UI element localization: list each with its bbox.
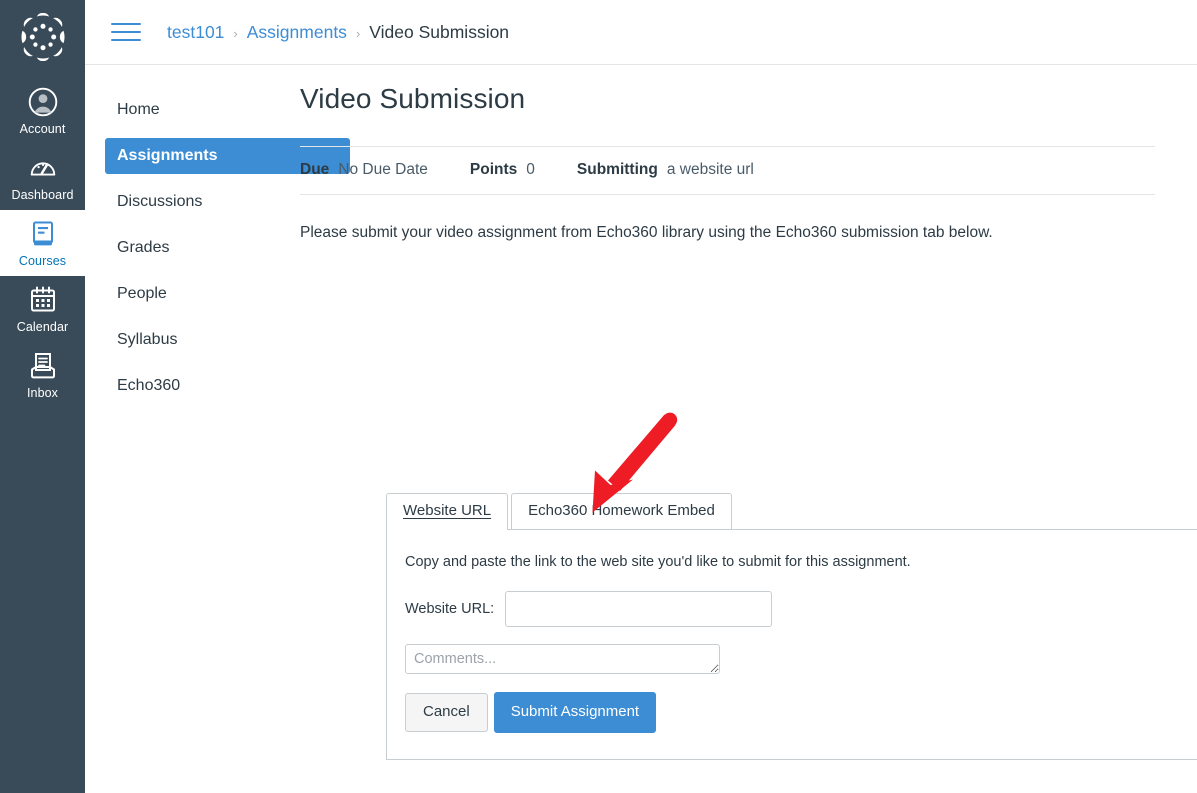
- comments-textarea[interactable]: [405, 644, 720, 674]
- meta-points: Points 0: [470, 161, 535, 179]
- website-url-label: Website URL:: [405, 601, 495, 617]
- submit-assignment-button[interactable]: Submit Assignment: [493, 692, 657, 733]
- breadcrumb: test101 › Assignments › Video Submission: [167, 22, 509, 43]
- breadcrumb-item-current: Video Submission: [369, 21, 510, 42]
- website-url-field-row: Website URL:: [405, 591, 1197, 627]
- submission-area: Website URL Echo360 Homework Embed Copy …: [386, 493, 1197, 760]
- meta-due-value: No Due Date: [338, 161, 428, 178]
- global-nav-label-account: Account: [19, 122, 66, 136]
- global-nav-label-courses: Courses: [18, 254, 67, 268]
- website-url-input[interactable]: [505, 591, 772, 627]
- assignment-description: Please submit your video assignment from…: [300, 224, 993, 241]
- meta-due-label: Due: [300, 161, 330, 178]
- breadcrumb-separator-icon: ›: [233, 25, 238, 41]
- breadcrumb-separator-icon: ›: [355, 25, 361, 41]
- hamburger-bar: [111, 23, 141, 25]
- global-nav-item-courses[interactable]: Courses: [0, 210, 85, 276]
- tab-website-url[interactable]: Website URL: [386, 493, 509, 530]
- calendar-icon: [28, 285, 58, 315]
- main-region: test101 › Assignments › Video Submission…: [85, 0, 1197, 793]
- page-title: Video Submission: [300, 83, 526, 114]
- book-icon: [28, 219, 58, 249]
- global-nav-item-calendar[interactable]: Calendar: [0, 276, 85, 342]
- submission-button-row: Cancel Submit Assignment: [405, 692, 1197, 733]
- hamburger-bar: [111, 31, 141, 33]
- hamburger-bar: [111, 39, 141, 41]
- submission-tablist: Website URL Echo360 Homework Embed: [386, 493, 1197, 530]
- speedometer-icon: [28, 153, 58, 183]
- canvas-logo-button[interactable]: [0, 0, 85, 78]
- course-nav-item-echo360[interactable]: Echo360: [105, 368, 350, 404]
- assignment-content: Video Submission Due No Due Date Points …: [300, 80, 1155, 260]
- global-nav-item-account[interactable]: Account: [0, 78, 85, 144]
- breadcrumb-item-course[interactable]: test101: [167, 22, 224, 43]
- submission-panel: Copy and paste the link to the web site …: [386, 529, 1197, 760]
- inbox-tray-icon: [28, 351, 58, 381]
- canvas-app-window: Account Dashboard Courses Calendar Inbox…: [0, 0, 1197, 793]
- cancel-button[interactable]: Cancel: [405, 693, 488, 732]
- global-nav-label-dashboard: Dashboard: [11, 188, 74, 202]
- canvas-logo-icon: [19, 12, 67, 66]
- global-nav-item-dashboard[interactable]: Dashboard: [0, 144, 85, 210]
- global-nav-item-inbox[interactable]: Inbox: [0, 342, 85, 408]
- tab-echo360-homework-embed[interactable]: Echo360 Homework Embed: [511, 493, 732, 529]
- hamburger-menu-icon[interactable]: [111, 19, 145, 45]
- meta-points-label: Points: [469, 161, 518, 178]
- meta-points-value: 0: [526, 161, 535, 178]
- submission-instructions: Copy and paste the link to the web site …: [405, 554, 911, 570]
- global-nav-label-calendar: Calendar: [16, 320, 69, 334]
- global-nav-label-inbox: Inbox: [26, 386, 59, 400]
- meta-submitting: Submitting a website url: [577, 161, 754, 179]
- meta-submitting-value: a website url: [666, 161, 754, 178]
- breadcrumb-item-assignments[interactable]: Assignments: [247, 22, 347, 43]
- meta-submitting-label: Submitting: [576, 161, 658, 178]
- global-navigation: Account Dashboard Courses Calendar Inbox: [0, 0, 85, 793]
- course-nav-item-syllabus[interactable]: Syllabus: [105, 322, 350, 358]
- meta-due: Due No Due Date: [300, 161, 428, 179]
- breadcrumb-bar: test101 › Assignments › Video Submission: [85, 0, 1197, 65]
- assignment-meta-row: Due No Due Date Points 0 Submitting a we…: [300, 146, 1155, 195]
- user-avatar-icon: [28, 87, 58, 117]
- course-nav-item-people[interactable]: People: [105, 276, 350, 312]
